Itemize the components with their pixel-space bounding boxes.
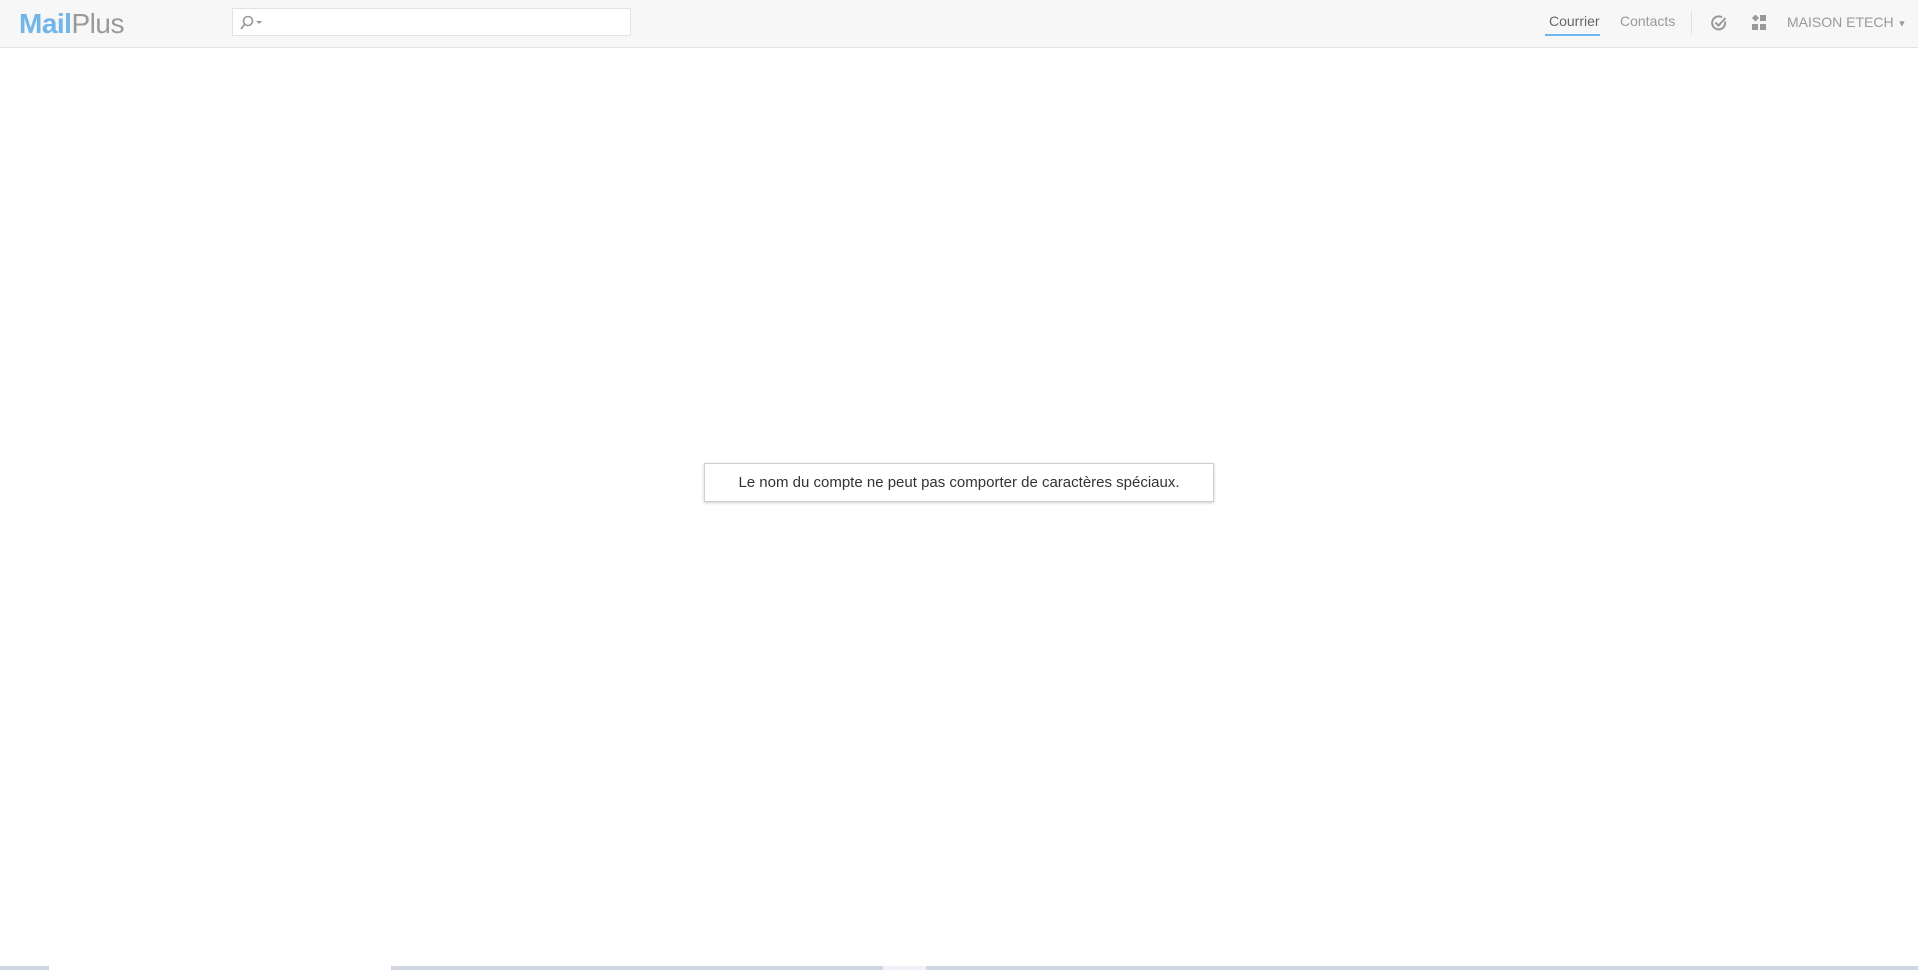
bottom-scrollbar[interactable] bbox=[0, 966, 1918, 970]
tab-contacts[interactable]: Contacts bbox=[1620, 13, 1675, 29]
error-toast: Le nom du compte ne peut pas comporter d… bbox=[704, 463, 1214, 502]
search-icon[interactable] bbox=[239, 15, 265, 31]
user-menu[interactable]: MAISON ETECH ▼ bbox=[1787, 14, 1906, 30]
caret-down-icon: ▼ bbox=[1897, 18, 1907, 29]
mailplus-logo: MailPlus bbox=[19, 8, 124, 39]
divider bbox=[1691, 11, 1692, 35]
active-tab-indicator bbox=[1545, 34, 1600, 36]
search-input[interactable] bbox=[232, 8, 631, 36]
apps-grid-icon[interactable] bbox=[1751, 15, 1767, 31]
scrollbar-thumb[interactable] bbox=[883, 966, 926, 970]
scrollbar-segment bbox=[49, 966, 391, 970]
check-circle-icon[interactable] bbox=[1710, 14, 1728, 32]
top-bar: MailPlus Courrier Contacts MAISON ETECH … bbox=[0, 0, 1918, 48]
tab-courrier[interactable]: Courrier bbox=[1549, 13, 1600, 29]
